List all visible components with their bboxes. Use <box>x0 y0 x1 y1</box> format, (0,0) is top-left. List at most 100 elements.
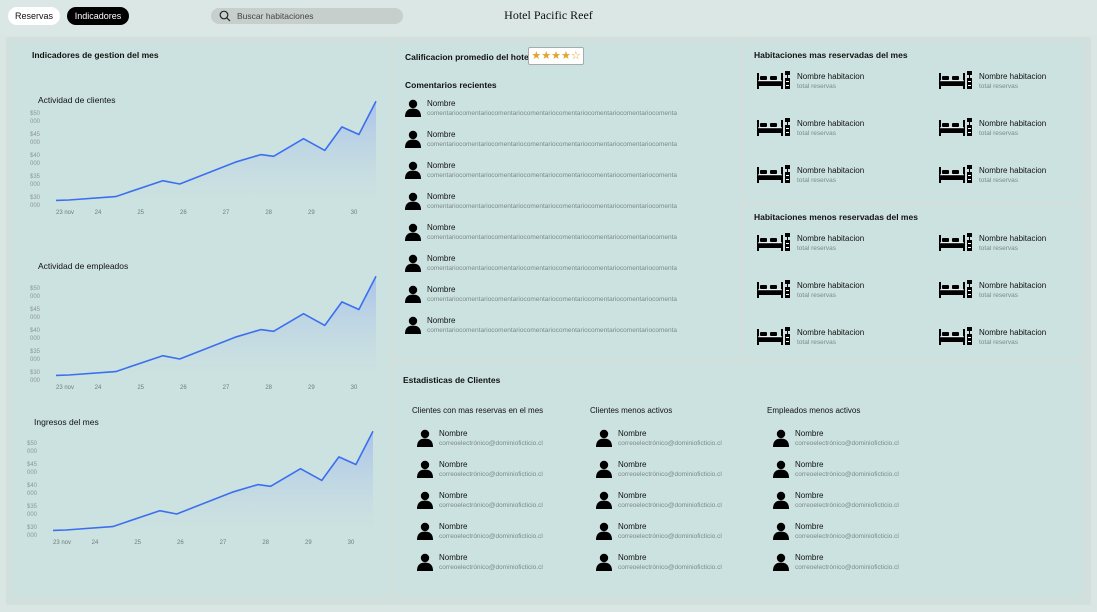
y-tick-label: $30 000 <box>30 370 41 384</box>
person-text: Nombre correoelectrónico@dominioficticio.… <box>439 460 543 480</box>
comments-title: Comentarios recientes <box>405 80 497 90</box>
comment-item[interactable]: Nombre comentariocomentariocomentariocome… <box>405 130 677 150</box>
room-text: Nombre habitacion total reservas <box>797 328 864 348</box>
room-item[interactable]: Nombre habitacion total reservas <box>756 161 864 190</box>
bed-icon <box>938 114 974 143</box>
bed-icon <box>938 161 974 190</box>
room-total: total reservas <box>797 82 837 90</box>
client-item[interactable]: Nombre correoelectrónico@dominioficticio.… <box>596 522 722 542</box>
room-item[interactable]: Nombre habitacion total reservas <box>756 276 864 305</box>
avatar-icon <box>405 161 421 179</box>
person-text: Nombre correoelectrónico@dominioficticio.… <box>618 522 722 542</box>
x-tick-label: 30 <box>348 540 355 546</box>
y-tick-label: $40 000 <box>30 153 41 167</box>
client-item[interactable]: Nombre correoelectrónico@dominioficticio.… <box>773 522 899 542</box>
client-item[interactable]: Nombre correoelectrónico@dominioficticio.… <box>773 460 899 480</box>
client-item[interactable]: Nombre correoelectrónico@dominioficticio.… <box>773 491 899 511</box>
room-name: Nombre habitacion <box>979 165 1047 175</box>
star-filled-icon: ★ <box>551 49 561 62</box>
chart-title-ingresos: Ingresos del mes <box>34 417 99 427</box>
client-item[interactable]: Nombre correoelectrónico@dominioficticio.… <box>417 491 543 511</box>
room-item[interactable]: Nombre habitacion total reservas <box>938 161 1046 190</box>
x-tick-label: 23 nov <box>56 210 74 216</box>
y-tick-label: $45 000 <box>27 462 38 476</box>
person-name: Nombre <box>795 522 824 531</box>
comment-item[interactable]: Nombre comentariocomentariocomentariocome… <box>405 223 677 243</box>
chart-ingresos: $50 000 $45 000 $40 000 $35 000 $30 000 23 nov 24 25… <box>25 430 375 559</box>
client-item[interactable]: Nombre correoelectrónico@dominioficticio.… <box>773 429 899 449</box>
person-text: Nombre comentariocomentariocomentariocome… <box>427 192 677 212</box>
comment-item[interactable]: Nombre comentariocomentariocomentariocome… <box>405 285 677 305</box>
avatar-icon <box>417 491 433 509</box>
person-detail: comentariocomentariocomentariocomentario… <box>427 265 678 272</box>
room-item[interactable]: Nombre habitacion total reservas <box>756 323 864 352</box>
stats-column-title: Clientes con mas reservas en el mes <box>412 406 544 415</box>
client-item[interactable]: Nombre correoelectrónico@dominioficticio.… <box>596 429 722 449</box>
person-detail: comentariocomentariocomentariocomentario… <box>427 234 678 241</box>
client-item[interactable]: Nombre correoelectrónico@dominioficticio.… <box>417 553 543 573</box>
person-detail: correoelectrónico@dominioficticio.cl <box>795 502 899 509</box>
comment-item[interactable]: Nombre comentariocomentariocomentariocome… <box>405 316 677 336</box>
person-name: Nombre <box>618 429 647 438</box>
person-text: Nombre correoelectrónico@dominioficticio.… <box>439 429 543 449</box>
room-item[interactable]: Nombre habitacion total reservas <box>938 229 1046 258</box>
y-tick-label: $45 000 <box>30 132 41 146</box>
chart-actividad-clientes: $50 000 $45 000 $40 000 $35 000 $30 000 23 nov 24 25… <box>28 100 378 229</box>
person-name: Nombre <box>427 285 456 294</box>
comment-item[interactable]: Nombre comentariocomentariocomentariocome… <box>405 99 677 119</box>
y-tick-label: $50 000 <box>30 286 41 300</box>
person-name: Nombre <box>795 491 824 500</box>
comment-item[interactable]: Nombre comentariocomentariocomentariocome… <box>405 192 677 212</box>
room-item[interactable]: Nombre habitacion total reservas <box>938 114 1046 143</box>
client-item[interactable]: Nombre correoelectrónico@dominioficticio.… <box>596 491 722 511</box>
person-detail: correoelectrónico@dominioficticio.cl <box>795 564 899 571</box>
client-item[interactable]: Nombre correoelectrónico@dominioficticio.… <box>417 460 543 480</box>
person-detail: correoelectrónico@dominioficticio.cl <box>618 502 722 509</box>
x-tick-label: 26 <box>180 385 187 391</box>
room-text: Nombre habitacion total reservas <box>797 281 864 301</box>
person-detail: correoelectrónico@dominioficticio.cl <box>439 564 543 571</box>
room-total: total reservas <box>979 82 1019 90</box>
avatar-icon <box>596 553 612 571</box>
person-detail: comentariocomentariocomentariocomentario… <box>427 296 678 303</box>
client-item[interactable]: Nombre correoelectrónico@dominioficticio.… <box>773 553 899 573</box>
stats-column-title: Clientes menos activos <box>590 406 673 415</box>
room-item[interactable]: Nombre habitacion total reservas <box>756 114 864 143</box>
rooms-most-title: Habitaciones mas reservadas del mes <box>754 50 908 60</box>
person-name: Nombre <box>427 192 456 201</box>
client-item[interactable]: Nombre correoelectrónico@dominioficticio.… <box>596 460 722 480</box>
y-tick-label: $50 000 <box>27 441 38 455</box>
room-name: Nombre habitacion <box>797 327 865 337</box>
avatar-icon <box>405 99 421 117</box>
room-item[interactable]: Nombre habitacion total reservas <box>938 67 1046 96</box>
room-total: total reservas <box>979 244 1019 252</box>
person-text: Nombre correoelectrónico@dominioficticio.… <box>618 491 722 511</box>
room-name: Nombre habitacion <box>797 233 865 243</box>
comment-item[interactable]: Nombre comentariocomentariocomentariocome… <box>405 254 677 274</box>
room-text: Nombre habitacion total reservas <box>979 166 1046 186</box>
room-item[interactable]: Nombre habitacion total reservas <box>938 323 1046 352</box>
room-total: total reservas <box>797 244 837 252</box>
comment-item[interactable]: Nombre comentariocomentariocomentariocome… <box>405 161 677 181</box>
room-text: Nombre habitacion total reservas <box>979 72 1046 92</box>
avatar-icon <box>596 460 612 478</box>
star-filled-icon: ★ <box>560 49 571 62</box>
room-name: Nombre habitacion <box>979 327 1047 337</box>
y-tick-label: $40 000 <box>30 328 41 342</box>
avatar-icon <box>773 429 789 447</box>
room-item[interactable]: Nombre habitacion total reservas <box>938 276 1046 305</box>
person-text: Nombre comentariocomentariocomentariocome… <box>427 285 677 305</box>
avatar-icon <box>405 316 421 334</box>
client-item[interactable]: Nombre correoelectrónico@dominioficticio.… <box>596 553 722 573</box>
person-name: Nombre <box>439 491 468 500</box>
client-item[interactable]: Nombre correoelectrónico@dominioficticio.… <box>417 429 543 449</box>
person-text: Nombre correoelectrónico@dominioficticio.… <box>795 553 899 573</box>
room-item[interactable]: Nombre habitacion total reservas <box>756 67 864 96</box>
person-name: Nombre <box>618 460 647 469</box>
x-tick-label: 28 <box>262 540 269 546</box>
avatar-icon <box>417 429 433 447</box>
x-tick-label: 30 <box>351 385 358 391</box>
room-item[interactable]: Nombre habitacion total reservas <box>756 229 864 258</box>
client-item[interactable]: Nombre correoelectrónico@dominioficticio.… <box>417 522 543 542</box>
room-total: total reservas <box>979 291 1019 299</box>
